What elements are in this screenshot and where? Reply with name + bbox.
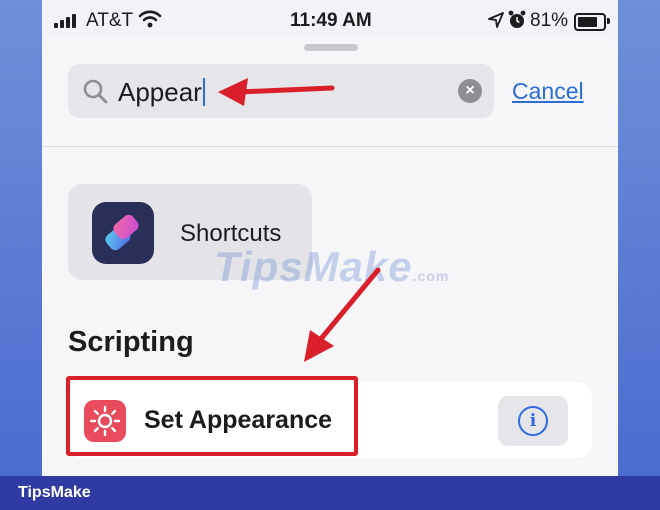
arrow-search-shaft	[235, 85, 335, 95]
footer-bar: TipsMake	[0, 476, 660, 510]
footer-brand: TipsMake	[18, 484, 91, 501]
arrow-action-shaft	[317, 267, 381, 343]
phone-screen: AT&T 11:49 AM 81% Appear × Cancel Shortc…	[42, 0, 618, 476]
right-frame	[618, 0, 660, 476]
arrow-search-head	[218, 78, 248, 106]
annotation-arrows	[218, 78, 381, 362]
arrow-action-head	[304, 330, 334, 362]
left-frame	[0, 0, 42, 476]
